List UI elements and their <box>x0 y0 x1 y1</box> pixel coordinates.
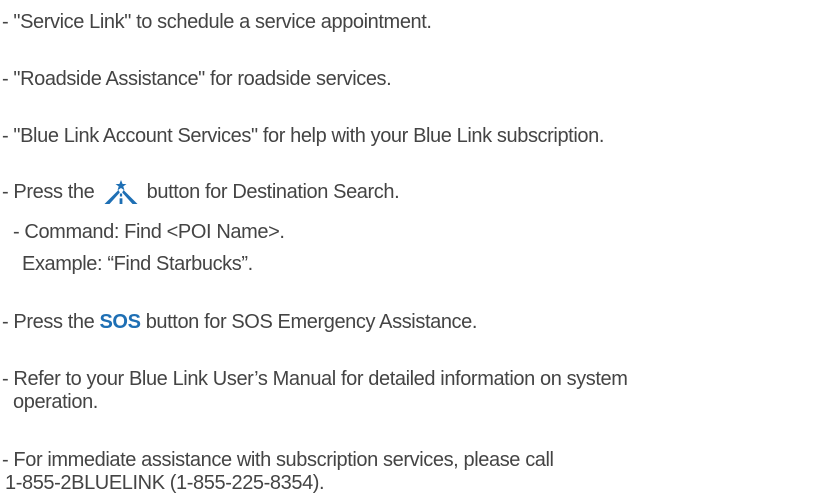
example-text: Example: “Find Starbucks”. <box>22 253 253 275</box>
example-item: Example: “Find Starbucks”. <box>22 252 253 276</box>
account-services-item: - "Blue Link Account Services" for help … <box>2 124 604 148</box>
sos-item: - Press the SOS button for SOS Emergency… <box>2 310 477 334</box>
command-text: - Command: Find <POI Name>. <box>13 221 285 243</box>
service-link-text: - "Service Link" to schedule a service a… <box>2 11 432 33</box>
roadside-text: - "Roadside Assistance" for roadside ser… <box>2 68 392 90</box>
immediate-text-line2: 1-855-2BLUELINK (1-855-225-8354). <box>5 472 325 494</box>
command-item: - Command: Find <POI Name>. <box>13 220 285 244</box>
destination-search-item: - Press the button for Destination Searc… <box>2 180 400 204</box>
manual-text-line2: operation. <box>13 391 98 413</box>
immediate-item-line2: 1-855-2BLUELINK (1-855-225-8354). <box>5 471 325 495</box>
account-services-text: - "Blue Link Account Services" for help … <box>2 125 604 147</box>
destination-search-icon <box>103 180 139 204</box>
immediate-text-line1: - For immediate assistance with subscrip… <box>2 449 554 471</box>
sos-pre-text: - Press the <box>2 311 95 333</box>
manual-item-line1: - Refer to your Blue Link User’s Manual … <box>2 367 628 391</box>
manual-item-line2: operation. <box>13 390 98 414</box>
roadside-item: - "Roadside Assistance" for roadside ser… <box>2 67 392 91</box>
service-link-item: - "Service Link" to schedule a service a… <box>2 10 432 34</box>
sos-post-text: button for SOS Emergency Assistance. <box>145 311 478 333</box>
destination-pre-text: - Press the <box>2 181 95 203</box>
manual-text-line1: - Refer to your Blue Link User’s Manual … <box>2 368 628 390</box>
destination-post-text: button for Destination Search. <box>146 181 400 203</box>
sos-button-label: SOS <box>99 311 141 333</box>
immediate-item-line1: - For immediate assistance with subscrip… <box>2 448 554 472</box>
